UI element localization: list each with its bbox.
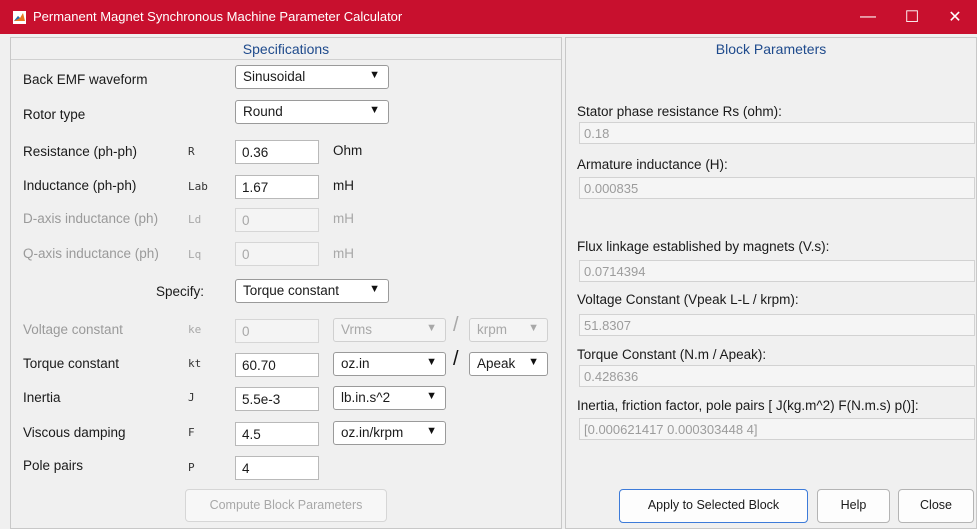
inertia-input[interactable]: 5.5e-3 bbox=[235, 387, 319, 411]
close-glyph: ✕ bbox=[948, 9, 962, 26]
specify-label: Specify: bbox=[156, 284, 205, 299]
voltage-constant-symbol: ke bbox=[188, 323, 202, 336]
inertia-label: Inertia bbox=[23, 390, 61, 405]
matlab-app-icon bbox=[13, 11, 26, 24]
resistance-symbol: R bbox=[188, 145, 195, 158]
inertia-friction-label: Inertia, friction factor, pole pairs [ J… bbox=[577, 398, 919, 413]
rotor-type-dropdown[interactable]: Round ▼ bbox=[235, 100, 389, 124]
specify-dropdown[interactable]: Torque constant ▼ bbox=[235, 279, 389, 303]
chevron-down-icon: ▼ bbox=[426, 322, 437, 334]
d-axis-inductance-unit: mH bbox=[333, 211, 354, 226]
torque-constant-label: Torque constant bbox=[23, 356, 120, 371]
viscous-damping-unit: oz.in/krpm bbox=[341, 425, 404, 440]
inductance-symbol: Lab bbox=[188, 180, 208, 193]
specify-value: Torque constant bbox=[243, 283, 340, 298]
voltage-constant-out-label: Voltage Constant (Vpeak L-L / krpm): bbox=[577, 292, 799, 307]
inductance-label: Inductance (ph-ph) bbox=[23, 178, 137, 193]
voltage-constant-unit2-dropdown: krpm ▼ bbox=[469, 318, 548, 342]
help-button[interactable]: Help bbox=[817, 489, 890, 523]
chevron-down-icon: ▼ bbox=[369, 104, 380, 116]
torque-constant-unit2-dropdown[interactable]: Apeak ▼ bbox=[469, 352, 548, 376]
torque-constant-out-field: 0.428636 bbox=[579, 365, 975, 387]
torque-constant-input[interactable]: 60.70 bbox=[235, 353, 319, 377]
calculator-window: Permanent Magnet Synchronous Machine Par… bbox=[0, 0, 977, 529]
back-emf-dropdown[interactable]: Sinusoidal ▼ bbox=[235, 65, 389, 89]
armature-inductance-field: 0.000835 bbox=[579, 177, 975, 199]
chevron-down-icon: ▼ bbox=[528, 322, 539, 334]
voltage-constant-unit1: Vrms bbox=[341, 322, 372, 337]
block-parameters-heading: Block Parameters bbox=[715, 41, 827, 57]
resistance-input[interactable]: 0.36 bbox=[235, 140, 319, 164]
close-icon[interactable]: ✕ bbox=[933, 0, 977, 34]
minimize-icon[interactable]: — bbox=[846, 0, 890, 34]
flux-linkage-field: 0.0714394 bbox=[579, 260, 975, 282]
q-axis-inductance-input: 0 bbox=[235, 242, 319, 266]
voltage-constant-input: 0 bbox=[235, 319, 319, 343]
chevron-down-icon: ▼ bbox=[426, 390, 437, 402]
back-emf-value: Sinusoidal bbox=[243, 69, 306, 84]
inductance-input[interactable]: 1.67 bbox=[235, 175, 319, 199]
window-title: Permanent Magnet Synchronous Machine Par… bbox=[33, 9, 403, 24]
specifications-heading: Specifications bbox=[11, 38, 561, 60]
rotor-type-value: Round bbox=[243, 104, 283, 119]
chevron-down-icon: ▼ bbox=[528, 356, 539, 368]
pole-pairs-label: Pole pairs bbox=[23, 458, 84, 473]
voltage-constant-slash: / bbox=[453, 314, 459, 336]
inertia-unit: lb.in.s^2 bbox=[341, 390, 391, 405]
rotor-type-label: Rotor type bbox=[23, 107, 86, 122]
voltage-constant-unit2: krpm bbox=[477, 322, 507, 337]
maximize-icon[interactable]: ☐ bbox=[890, 0, 934, 34]
chevron-down-icon: ▼ bbox=[369, 283, 380, 295]
torque-constant-unit2: Apeak bbox=[477, 356, 516, 371]
torque-constant-unit1: oz.in bbox=[341, 356, 370, 371]
viscous-damping-unit-dropdown[interactable]: oz.in/krpm ▼ bbox=[333, 421, 446, 445]
armature-inductance-label: Armature inductance (H): bbox=[577, 157, 728, 172]
back-emf-label: Back EMF waveform bbox=[23, 72, 148, 87]
voltage-constant-unit1-dropdown: Vrms ▼ bbox=[333, 318, 446, 342]
chevron-down-icon: ▼ bbox=[426, 425, 437, 437]
block-parameters-panel: Block Parameters Stator phase resistance… bbox=[565, 37, 977, 529]
torque-constant-symbol: kt bbox=[188, 357, 202, 370]
flux-linkage-label: Flux linkage established by magnets (V.s… bbox=[577, 239, 830, 254]
compute-block-parameters-button: Compute Block Parameters bbox=[185, 489, 387, 522]
torque-constant-slash: / bbox=[453, 348, 459, 370]
inertia-friction-field: [0.000621417 0.000303448 4] bbox=[579, 418, 975, 440]
minimize-glyph: — bbox=[860, 8, 876, 25]
resistance-label: Resistance (ph-ph) bbox=[23, 144, 138, 159]
torque-constant-unit1-dropdown[interactable]: oz.in ▼ bbox=[333, 352, 446, 376]
torque-constant-out-label: Torque Constant (N.m / Apeak): bbox=[577, 347, 767, 362]
chevron-down-icon: ▼ bbox=[426, 356, 437, 368]
d-axis-inductance-input: 0 bbox=[235, 208, 319, 232]
viscous-damping-symbol: F bbox=[188, 426, 195, 439]
inductance-unit: mH bbox=[333, 178, 354, 193]
maximize-glyph: ☐ bbox=[904, 9, 920, 26]
title-bar: Permanent Magnet Synchronous Machine Par… bbox=[0, 0, 977, 34]
chevron-down-icon: ▼ bbox=[369, 69, 380, 81]
voltage-constant-label: Voltage constant bbox=[23, 322, 123, 337]
rs-field: 0.18 bbox=[579, 122, 975, 144]
q-axis-inductance-label: Q-axis inductance (ph) bbox=[23, 246, 159, 261]
d-axis-inductance-label: D-axis inductance (ph) bbox=[23, 211, 159, 226]
resistance-unit: Ohm bbox=[333, 143, 363, 158]
pole-pairs-input[interactable]: 4 bbox=[235, 456, 319, 480]
viscous-damping-input[interactable]: 4.5 bbox=[235, 422, 319, 446]
inertia-symbol: J bbox=[188, 391, 195, 404]
q-axis-inductance-symbol: Lq bbox=[188, 248, 202, 261]
d-axis-inductance-symbol: Ld bbox=[188, 213, 202, 226]
inertia-unit-dropdown[interactable]: lb.in.s^2 ▼ bbox=[333, 386, 446, 410]
close-button[interactable]: Close bbox=[898, 489, 974, 523]
apply-to-selected-block-button[interactable]: Apply to Selected Block bbox=[619, 489, 808, 523]
pole-pairs-symbol: P bbox=[188, 461, 195, 474]
specifications-panel: Specifications Back EMF waveform Sinusoi… bbox=[10, 37, 562, 529]
viscous-damping-label: Viscous damping bbox=[23, 425, 126, 440]
rs-label: Stator phase resistance Rs (ohm): bbox=[577, 104, 782, 119]
q-axis-inductance-unit: mH bbox=[333, 246, 354, 261]
voltage-constant-out-field: 51.8307 bbox=[579, 314, 975, 336]
